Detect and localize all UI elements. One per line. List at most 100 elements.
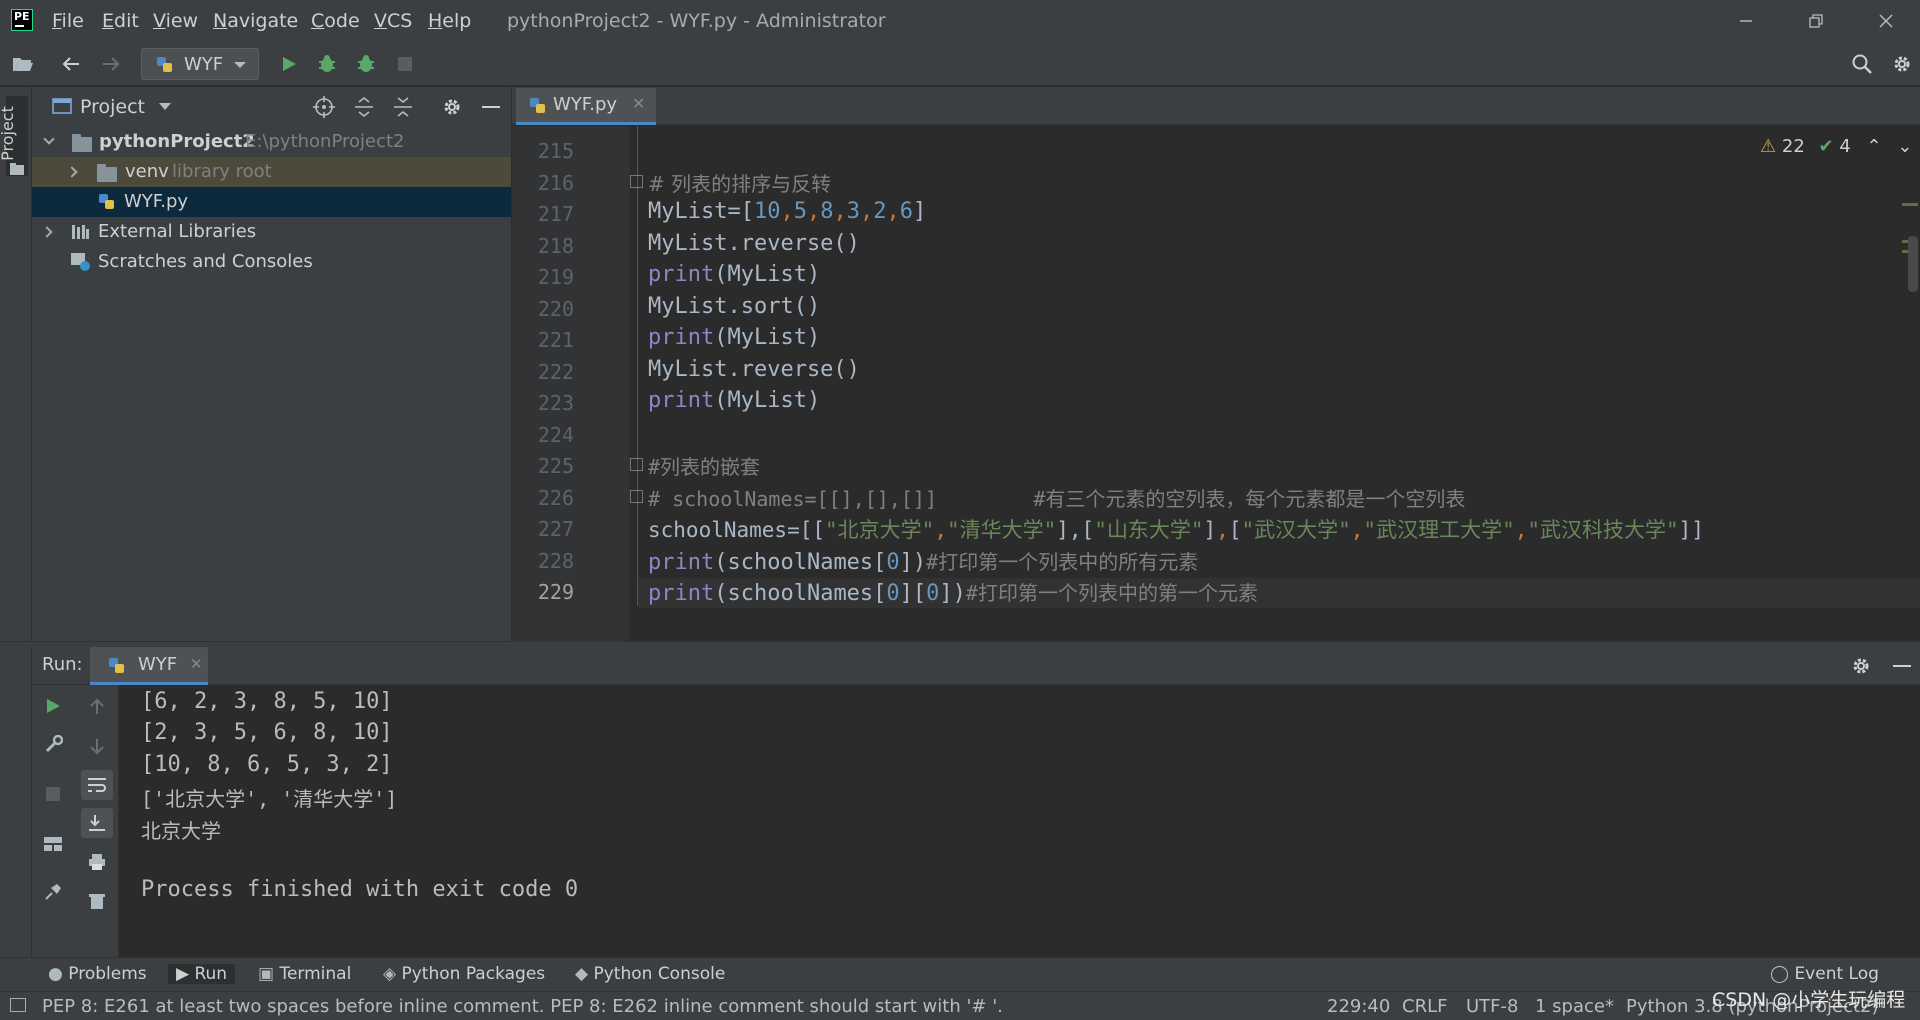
run-configuration-select[interactable]: WYF [141, 48, 259, 80]
indent-setting[interactable]: 1 space* [1535, 996, 1614, 1017]
tool-windows-toggle-icon[interactable] [10, 998, 26, 1012]
edit-configuration-button[interactable] [43, 734, 64, 760]
tab-problems[interactable]: ● Problems [48, 964, 147, 984]
tree-item-venv[interactable]: venv library root [32, 157, 511, 187]
collapse-all-button[interactable] [392, 96, 414, 123]
scroll-up-button[interactable] [87, 697, 107, 722]
rerun-button[interactable] [44, 697, 62, 720]
minimize-button[interactable] [1726, 8, 1766, 34]
menu-code[interactable]: Code [311, 10, 360, 32]
close-icon[interactable]: ✕ [632, 94, 645, 113]
warning-icon: ⚠ [1760, 136, 1777, 157]
chevron-right-icon [66, 166, 78, 178]
stop-run-button[interactable] [45, 786, 61, 807]
run-tab-wyf[interactable]: WYF ✕ [90, 647, 208, 685]
folder-open-icon [13, 58, 33, 71]
editor-scrollbar[interactable] [1908, 236, 1918, 292]
line-number: 225 [537, 454, 574, 478]
console-line: [6, 2, 3, 8, 5, 10] [141, 689, 393, 714]
scratches-icon [71, 253, 90, 271]
forward-button[interactable] [97, 50, 125, 78]
menu-edit[interactable]: Edit [102, 10, 139, 32]
run-button[interactable] [275, 50, 303, 78]
gear-icon [444, 99, 460, 115]
chevron-down-icon[interactable]: ⌄ [1897, 136, 1912, 157]
line-number: 227 [537, 517, 574, 541]
wrench-icon [45, 734, 64, 753]
open-folder-button[interactable] [9, 50, 37, 78]
search-everywhere-button[interactable] [1848, 50, 1876, 78]
code-line-221: print(MyList) [648, 325, 821, 350]
tree-item-wyf-py[interactable]: WYF.py [32, 187, 511, 217]
fold-marker-icon[interactable] [630, 490, 643, 503]
code-line-226: # schoolNames=[[],[],[]] #有三个元素的空列表，每个元素… [648, 487, 1466, 511]
stop-icon [46, 787, 60, 801]
soft-wrap-icon [88, 778, 106, 792]
restore-button[interactable] [1796, 8, 1836, 34]
expand-all-button[interactable] [353, 96, 375, 123]
close-window-button[interactable] [1866, 8, 1906, 34]
scroll-down-button[interactable] [87, 736, 107, 761]
menu-vcs[interactable]: VCS [374, 10, 412, 32]
debug-button[interactable] [313, 50, 341, 78]
chevron-down-icon[interactable] [159, 103, 171, 110]
python-file-icon [157, 57, 172, 72]
back-button[interactable] [57, 50, 85, 78]
project-view-icon [52, 97, 72, 120]
menu-help[interactable]: Help [428, 10, 471, 32]
fold-marker-icon[interactable] [630, 175, 643, 188]
layout-button[interactable] [43, 835, 63, 858]
code-line-217: MyList=[10,5,8,3,2,6] [648, 199, 927, 224]
line-separator[interactable]: CRLF [1402, 996, 1447, 1017]
tab-run[interactable]: ▶ Run [168, 964, 236, 984]
hide-run-panel-button[interactable] [1893, 665, 1911, 667]
menu-navigate[interactable]: Navigate [213, 10, 298, 32]
python-file-icon [530, 98, 545, 113]
caret-position[interactable]: 229:40 [1327, 996, 1390, 1017]
line-number: 215 [537, 139, 574, 163]
chevron-down-icon [43, 133, 55, 145]
tab-python-packages[interactable]: ◈ Python Packages [383, 964, 545, 984]
settings-button[interactable] [1888, 50, 1916, 78]
tab-python-console[interactable]: ◆ Python Console [575, 964, 725, 984]
inspection-widget[interactable]: ⚠ 22 ✔ 4 ⌃ ⌄ [1760, 136, 1912, 157]
run-settings-button[interactable] [1850, 655, 1872, 682]
tree-item-external-libraries[interactable]: External Libraries [32, 217, 511, 247]
menu-file[interactable]: File [52, 10, 84, 32]
arrow-down-icon [90, 739, 104, 755]
pin-tab-button[interactable] [43, 882, 63, 907]
close-icon [1879, 14, 1893, 28]
event-log-icon: ◯ [1770, 964, 1790, 984]
watermark: CSDN @小学生玩编程 [1712, 989, 1906, 1011]
hide-panel-button[interactable] [482, 106, 500, 108]
print-button[interactable] [87, 852, 107, 877]
tree-item-pythonproject2[interactable]: pythonProject2 E:\pythonProject2 [32, 127, 511, 157]
run-play-icon [283, 57, 296, 71]
console-line: [10, 8, 6, 5, 3, 2] [141, 752, 393, 777]
gutter-divider [637, 126, 638, 606]
editor-tab-wyf-py[interactable]: WYF.py ✕ [516, 88, 656, 125]
tab-terminal[interactable]: ▣ Terminal [258, 964, 351, 984]
fold-marker-icon[interactable] [630, 458, 643, 471]
problems-icon: ● [48, 964, 63, 984]
line-number: 220 [537, 297, 574, 321]
tree-item-scratches[interactable]: Scratches and Consoles [32, 247, 511, 277]
close-icon[interactable]: ✕ [190, 655, 203, 673]
coverage-button[interactable] [352, 50, 380, 78]
chevron-up-icon[interactable]: ⌃ [1867, 136, 1882, 157]
pycharm-logo-icon: PE [11, 9, 33, 31]
project-settings-button[interactable] [441, 96, 463, 123]
scroll-to-end-button[interactable] [81, 808, 113, 838]
project-panel-title[interactable]: Project [80, 96, 145, 118]
file-encoding[interactable]: UTF-8 [1466, 996, 1518, 1017]
soft-wrap-button[interactable] [81, 770, 113, 800]
collapse-all-icon [394, 97, 412, 117]
tab-event-log[interactable]: ◯ Event Log [1770, 964, 1879, 984]
line-number: 223 [537, 391, 574, 415]
menu-view[interactable]: View [153, 10, 198, 32]
console-line: [2, 3, 5, 6, 8, 10] [141, 720, 393, 745]
clear-all-button[interactable] [87, 891, 107, 916]
locate-file-button[interactable] [313, 96, 335, 123]
line-number: 222 [537, 360, 574, 384]
stop-button[interactable] [391, 50, 419, 78]
